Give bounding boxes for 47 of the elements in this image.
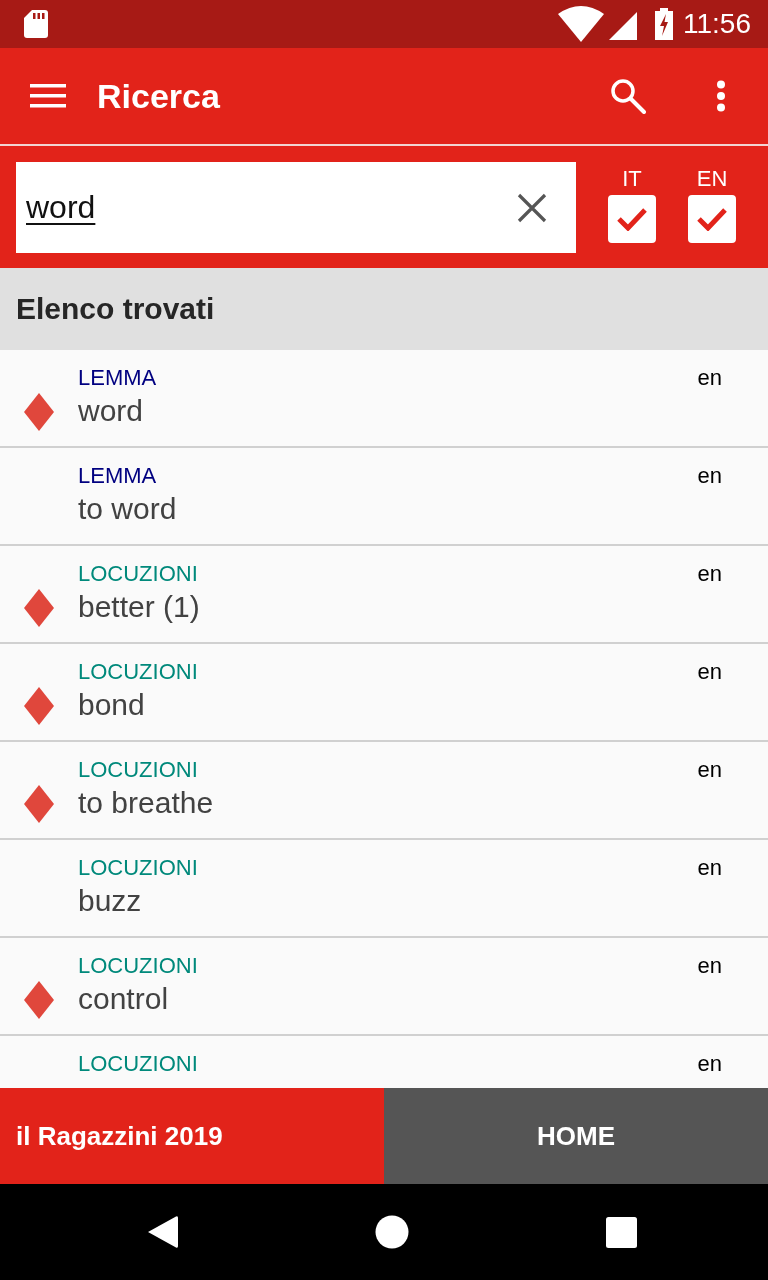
entry-category: LOCUZIONI [78,854,198,882]
entry-language: en [697,462,722,490]
entry-category: LEMMA [78,364,157,392]
battery-charging-icon [655,8,673,40]
more-options-icon[interactable] [716,80,726,112]
clear-icon[interactable] [517,192,547,223]
entry-language: en [697,854,722,882]
home-circle-icon[interactable] [375,1215,409,1249]
entry-language: en [697,560,722,588]
entry-language: en [697,756,722,784]
sd-card-icon [24,10,48,38]
entry-category: LOCUZIONI [78,658,198,686]
entry-category: LEMMA [78,462,157,490]
search-field[interactable]: word [16,162,506,253]
language-label: EN [696,166,728,192]
home-button[interactable]: HOME [384,1088,768,1184]
entry-term[interactable]: to word [78,490,177,528]
checkmark-icon [696,207,728,231]
recents-icon[interactable] [606,1216,637,1248]
screen-title: Ricerca [97,76,220,116]
entry-category: LOCUZIONI [78,756,198,784]
menu-icon[interactable] [30,84,66,108]
section-title: Elenco trovati [16,292,215,326]
signal-icon [609,12,637,40]
entry-language: en [697,364,722,392]
entry-term[interactable]: to breathe [78,784,214,822]
checkmark-icon [616,207,648,231]
entry-category: LOCUZIONI [78,952,198,980]
clear-button[interactable] [506,162,576,253]
entry-language: en [697,658,722,686]
search-icon[interactable] [610,78,646,114]
language-label: IT [622,166,642,192]
entry-term[interactable]: better (1) [78,588,200,626]
wifi-icon [558,6,604,42]
entry-category: LOCUZIONI [78,560,198,588]
back-icon[interactable] [148,1215,178,1249]
entry-language: en [697,1050,722,1078]
entry-term[interactable]: buzz [78,882,142,920]
entry-term[interactable]: bond [78,686,145,724]
brand-button[interactable]: il Ragazzini 2019 [0,1088,384,1184]
entry-language: en [697,952,722,980]
entry-category: LOCUZIONI [78,1050,198,1078]
language-checkbox[interactable] [688,195,736,243]
status-time: 11:56 [683,8,751,40]
language-checkbox[interactable] [608,195,656,243]
entry-term[interactable]: word [78,392,144,430]
entry-term[interactable]: control [78,980,169,1018]
